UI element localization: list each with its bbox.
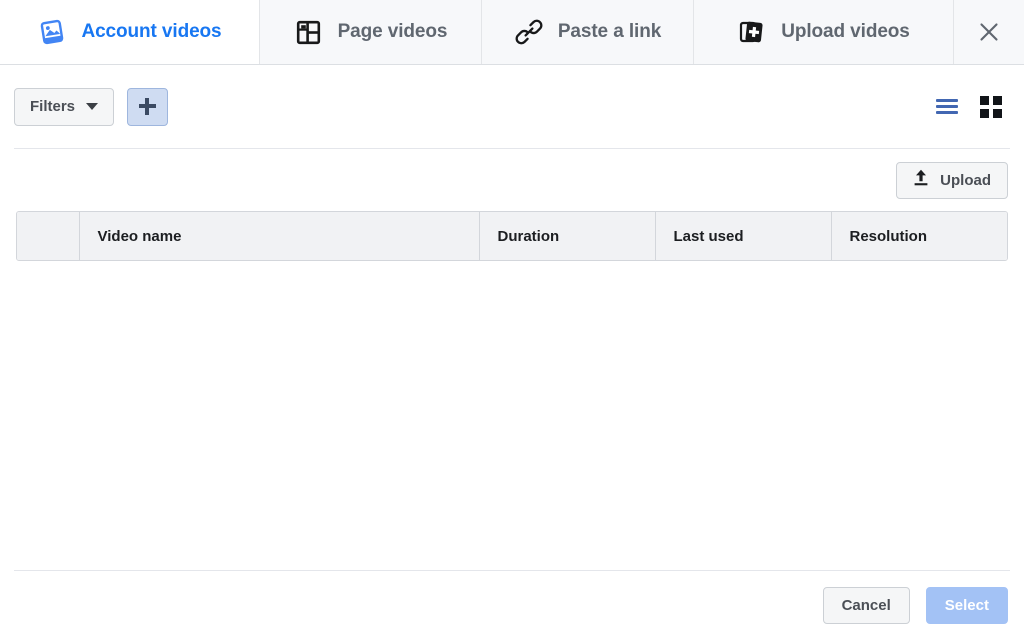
column-header-last-used[interactable]: Last used — [655, 212, 832, 260]
table-header-row: Video name Duration Last used Resolution — [17, 212, 1007, 260]
upload-button[interactable]: Upload — [896, 161, 1008, 199]
list-view-bar — [936, 111, 958, 114]
upload-row: Upload — [0, 149, 1024, 211]
close-button-area — [954, 0, 1024, 64]
grid-view-icon[interactable] — [978, 94, 1004, 120]
toolbar-left-group: Filters — [14, 87, 169, 126]
page-layout-icon — [294, 17, 324, 47]
list-view-bar — [936, 99, 958, 102]
tab-label-page-videos: Page videos — [337, 21, 448, 42]
video-picker-dialog: Account videos Page videos Paste a link … — [0, 0, 1024, 639]
filters-button[interactable]: Filters — [14, 87, 115, 126]
column-header-resolution[interactable]: Resolution — [831, 212, 1007, 260]
tab-bar: Account videos Page videos Paste a link … — [0, 0, 1024, 65]
close-icon[interactable] — [972, 15, 1006, 49]
column-header-duration[interactable]: Duration — [479, 212, 656, 260]
tab-label-upload-videos: Upload videos — [781, 21, 910, 42]
list-view-bar — [936, 105, 958, 108]
select-button[interactable]: Select — [925, 586, 1008, 624]
list-view-icon[interactable] — [934, 94, 960, 120]
grid-view-cell — [980, 108, 989, 118]
video-table: Video name Duration Last used Resolution — [16, 211, 1008, 261]
column-header-video-name[interactable]: Video name — [79, 212, 480, 260]
view-toggle-group — [934, 94, 1010, 120]
tab-upload-videos[interactable]: Upload videos — [694, 0, 954, 64]
link-chain-icon — [514, 17, 544, 47]
tab-account-videos[interactable]: Account videos — [0, 0, 260, 64]
photo-card-icon — [37, 17, 67, 47]
plus-icon — [139, 98, 157, 115]
video-table-body-empty — [0, 261, 1024, 416]
grid-view-cell — [993, 95, 1002, 105]
dialog-footer: Cancel Select — [0, 571, 1024, 639]
add-filter-button[interactable] — [127, 87, 169, 126]
tab-label-paste-a-link: Paste a link — [557, 21, 662, 42]
upload-button-label: Upload — [940, 171, 991, 189]
cancel-button[interactable]: Cancel — [822, 586, 910, 624]
chevron-down-icon — [86, 103, 99, 110]
stacked-cards-plus-icon — [737, 17, 767, 47]
toolbar: Filters — [0, 65, 1024, 148]
filters-button-label: Filters — [30, 98, 76, 115]
grid-view-cell — [993, 108, 1002, 118]
tab-paste-a-link[interactable]: Paste a link — [482, 0, 694, 64]
grid-view-cell — [980, 95, 989, 105]
upload-arrow-icon — [913, 169, 929, 191]
column-header-checkbox[interactable] — [17, 212, 80, 260]
tab-page-videos[interactable]: Page videos — [260, 0, 482, 64]
tab-label-account-videos: Account videos — [81, 21, 222, 42]
